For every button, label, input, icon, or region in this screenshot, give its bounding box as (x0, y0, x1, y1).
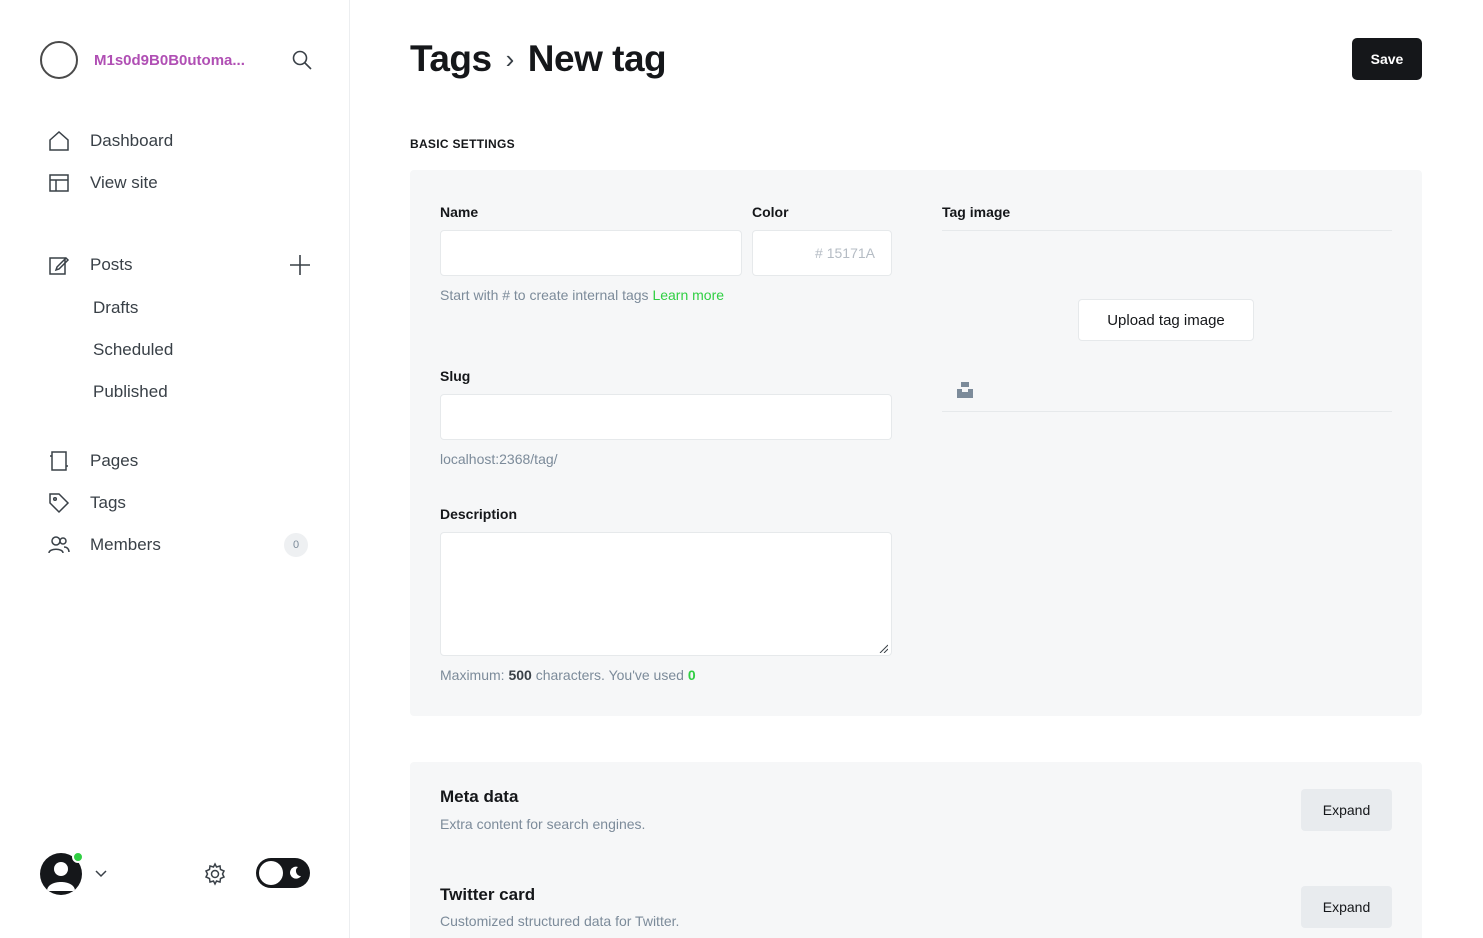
nav-view-site-label: View site (90, 173, 158, 192)
site-name[interactable]: M1s0d9B0B0utoma... (94, 52, 262, 69)
search-icon[interactable] (288, 46, 316, 74)
nav-pages-label: Pages (90, 451, 139, 470)
nav-pages[interactable]: Pages (48, 446, 138, 476)
slug-hint: localhost:2368/tag/ (440, 451, 558, 467)
members-count-badge: 0 (284, 533, 308, 557)
learn-more-link[interactable]: Learn more (652, 287, 724, 303)
basic-settings-card: Name Color # 15171A Start with # to crea… (410, 170, 1422, 716)
edit-icon (48, 254, 70, 276)
slug-input[interactable] (440, 394, 892, 440)
name-hint-text: Start with # to create internal tags (440, 287, 649, 303)
description-hint-prefix: Maximum: (440, 667, 509, 683)
nav-scheduled[interactable]: Scheduled (93, 340, 173, 360)
nav-tags[interactable]: Tags (48, 488, 126, 518)
nav-posts[interactable]: Posts (48, 250, 133, 280)
online-status-dot (72, 851, 84, 863)
nav-published[interactable]: Published (93, 382, 168, 402)
nav-tags-label: Tags (90, 493, 126, 512)
nav-members[interactable]: Members (48, 530, 161, 560)
twitter-card-title: Twitter card (440, 885, 536, 904)
site-header: M1s0d9B0B0utoma... (40, 40, 316, 80)
color-label: Color (752, 204, 789, 220)
nav-dashboard-label: Dashboard (90, 131, 174, 150)
tag-image-label: Tag image (942, 204, 1011, 220)
breadcrumb-separator-icon: › (505, 43, 515, 74)
name-label: Name (440, 204, 479, 220)
description-textarea[interactable] (440, 532, 892, 656)
toggle-knob (259, 861, 283, 885)
upload-tag-image-button[interactable]: Upload tag image (1078, 299, 1254, 341)
plus-icon[interactable] (288, 253, 312, 277)
home-icon (48, 130, 70, 152)
name-input[interactable] (440, 230, 742, 276)
twitter-card-subtitle: Customized structured data for Twitter. (440, 913, 680, 929)
page-icon (48, 450, 70, 472)
breadcrumb-tags[interactable]: Tags (410, 38, 492, 80)
nav-posts-label: Posts (90, 255, 133, 274)
page-title-text: New tag (527, 38, 667, 79)
section-basic-settings: BASIC SETTINGS (410, 137, 515, 151)
sidebar-footer (40, 850, 312, 896)
description-label: Description (440, 506, 518, 522)
description-used-count: 0 (687, 667, 696, 683)
save-button[interactable]: Save (1352, 38, 1422, 80)
description-hint: Maximum: 500 characters. You've used 0 (440, 662, 696, 688)
unsplash-icon[interactable] (956, 381, 974, 399)
main-content: Tags › New tag Save BASIC SETTINGS Name … (350, 0, 1483, 938)
moon-icon (290, 866, 301, 879)
chevron-down-icon[interactable] (92, 864, 110, 882)
page-title: Tags › New tag (410, 38, 667, 80)
dark-mode-toggle[interactable] (256, 858, 310, 888)
name-hint: Start with # to create internal tags Lea… (440, 282, 740, 308)
description-hint-middle: characters. You've used (531, 667, 688, 683)
nav-dashboard[interactable]: Dashboard (48, 126, 173, 156)
nav-drafts[interactable]: Drafts (93, 298, 138, 318)
meta-data-expand-button[interactable]: Expand (1301, 789, 1392, 831)
description-max: 500 (508, 667, 532, 683)
sidebar: M1s0d9B0B0utoma... Dashboard View site P… (0, 0, 350, 938)
tag-image-dropzone[interactable]: Upload tag image (942, 230, 1392, 412)
meta-data-title: Meta data (440, 787, 519, 806)
slug-label: Slug (440, 368, 471, 384)
expandable-sections-card: Meta data Extra content for search engin… (410, 762, 1422, 938)
gear-icon[interactable] (203, 862, 227, 886)
members-icon (48, 534, 70, 556)
nav-members-label: Members (90, 535, 161, 554)
twitter-card-expand-button[interactable]: Expand (1301, 886, 1392, 928)
site-logo[interactable] (40, 41, 78, 79)
color-input[interactable]: # 15171A (752, 230, 892, 276)
nav-view-site[interactable]: View site (48, 168, 158, 198)
layout-icon (48, 172, 70, 194)
tag-icon (48, 492, 70, 514)
meta-data-subtitle: Extra content for search engines. (440, 816, 646, 832)
